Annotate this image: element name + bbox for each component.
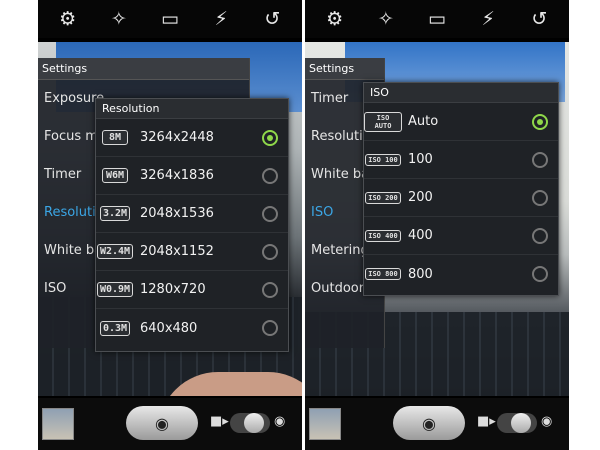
- iso-100-icon: ISO 100: [364, 153, 402, 166]
- camera-icon: ◉: [541, 414, 553, 429]
- iso-option[interactable]: ISO AUTO Auto: [364, 103, 558, 141]
- camera-switch-icon[interactable]: ↺: [522, 4, 556, 34]
- radio-icon[interactable]: [262, 282, 278, 298]
- settings-header: Settings: [38, 58, 249, 80]
- camera-icon: ◉: [422, 413, 436, 433]
- flash-off-icon[interactable]: ⚡: [204, 4, 238, 34]
- radio-icon[interactable]: [262, 244, 278, 260]
- popup-title: Resolution: [96, 99, 288, 119]
- iso-label: 400: [408, 228, 433, 243]
- iso-popup: ISO ISO AUTO Auto ISO 100 100 ISO 200 20…: [363, 82, 559, 296]
- resolution-option[interactable]: W6M 3264x1836: [96, 157, 288, 195]
- iso-option[interactable]: ISO 200 200: [364, 179, 558, 217]
- resolution-label: 1280x720: [140, 282, 206, 297]
- gear-icon[interactable]: ⚙: [51, 4, 85, 34]
- radio-icon[interactable]: [532, 266, 548, 282]
- shutter-button[interactable]: ◉: [126, 406, 198, 440]
- iso-label: 100: [408, 152, 433, 167]
- camera-switch-icon[interactable]: ↺: [255, 4, 289, 34]
- camera-screen-left: ⚙ ✧ ▭ ⚡ ↺ Settings Exposure Focus m Time…: [38, 0, 302, 450]
- magic-wand-icon[interactable]: ✧: [369, 4, 403, 34]
- radio-icon[interactable]: [262, 320, 278, 336]
- mode-toggle[interactable]: [230, 413, 270, 433]
- camera-screen-right: ⚙ ✧ ▭ ⚡ ↺ Settings Timer Resolutio White…: [305, 0, 569, 450]
- iso-label: Auto: [408, 114, 439, 129]
- resolution-8m-icon: 8M: [96, 130, 134, 145]
- resolution-option[interactable]: W0.9M 1280x720: [96, 271, 288, 309]
- resolution-label: 3264x2448: [140, 130, 214, 145]
- camera-bottom-bar: ◉ ■▸ ◉: [38, 398, 302, 450]
- resolution-option[interactable]: 8M 3264x2448: [96, 119, 288, 157]
- iso-option[interactable]: ISO 800 800: [364, 255, 558, 293]
- iso-option[interactable]: ISO 400 400: [364, 217, 558, 255]
- iso-200-icon: ISO 200: [364, 191, 402, 204]
- radio-selected-icon[interactable]: [262, 130, 278, 146]
- resolution-w2m-icon: W2.4M: [96, 244, 134, 259]
- radio-icon[interactable]: [532, 190, 548, 206]
- gear-icon[interactable]: ⚙: [318, 4, 352, 34]
- iso-400-icon: ISO 400: [364, 229, 402, 242]
- iso-auto-icon: ISO AUTO: [364, 111, 402, 132]
- radio-icon[interactable]: [532, 152, 548, 168]
- shutter-button[interactable]: ◉: [393, 406, 465, 440]
- iso-label: 200: [408, 190, 433, 205]
- resolution-popup: Resolution 8M 3264x2448 W6M 3264x1836 3.…: [95, 98, 289, 352]
- resolution-w6m-icon: W6M: [96, 168, 134, 183]
- settings-header: Settings: [305, 58, 384, 80]
- radio-selected-icon[interactable]: [532, 114, 548, 130]
- resolution-option[interactable]: 3.2M 2048x1536: [96, 195, 288, 233]
- popup-title: ISO: [364, 83, 558, 103]
- camera-toolbar: ⚙ ✧ ▭ ⚡ ↺: [305, 0, 569, 38]
- iso-label: 800: [408, 266, 433, 282]
- gallery-thumbnail[interactable]: [309, 408, 341, 440]
- camera-icon: ◉: [155, 413, 169, 433]
- resolution-option[interactable]: W2.4M 2048x1152: [96, 233, 288, 271]
- iso-800-icon: ISO 800: [364, 268, 402, 280]
- radio-icon[interactable]: [262, 168, 278, 184]
- resolution-option[interactable]: 0.3M 640x480: [96, 309, 288, 347]
- camera-bottom-bar: ◉ ■▸ ◉: [305, 398, 569, 450]
- camcorder-icon: ■▸: [210, 414, 229, 429]
- resolution-03m-icon: 0.3M: [96, 320, 134, 336]
- radio-icon[interactable]: [532, 228, 548, 244]
- gallery-thumbnail[interactable]: [42, 408, 74, 440]
- resolution-label: 2048x1152: [140, 244, 214, 259]
- resolution-w09m-icon: W0.9M: [96, 282, 134, 297]
- mode-toggle[interactable]: [497, 413, 537, 433]
- magic-wand-icon[interactable]: ✧: [102, 4, 136, 34]
- resolution-label: 3264x1836: [140, 168, 214, 183]
- flash-off-icon[interactable]: ⚡: [471, 4, 505, 34]
- camcorder-icon: ■▸: [477, 414, 496, 429]
- resolution-label: 2048x1536: [140, 206, 214, 221]
- resolution-3m-icon: 3.2M: [96, 206, 134, 221]
- resolution-label: 640x480: [140, 320, 198, 336]
- camera-toolbar: ⚙ ✧ ▭ ⚡ ↺: [38, 0, 302, 38]
- iso-option[interactable]: ISO 100 100: [364, 141, 558, 179]
- camera-icon: ◉: [274, 414, 286, 429]
- radio-icon[interactable]: [262, 206, 278, 222]
- rectangle-icon[interactable]: ▭: [153, 4, 187, 34]
- rectangle-icon[interactable]: ▭: [420, 4, 454, 34]
